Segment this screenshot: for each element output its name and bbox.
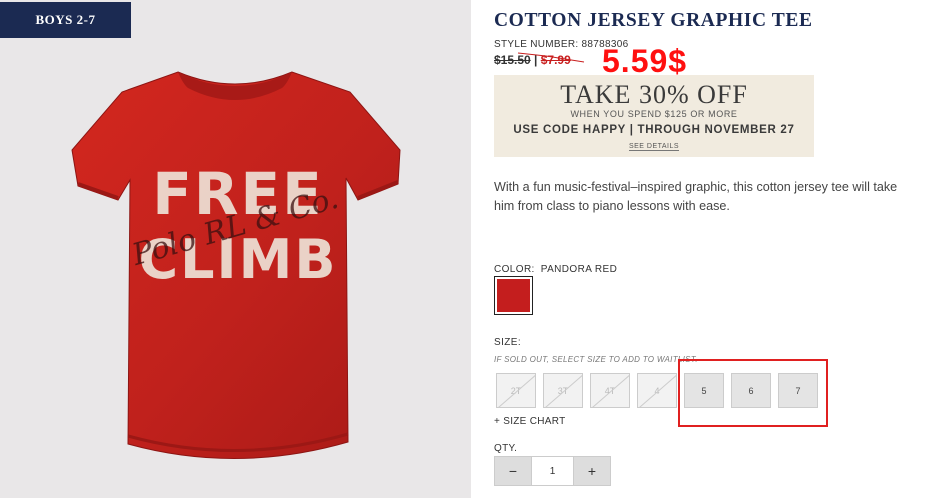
size-option-3t[interactable]: 3T	[543, 373, 583, 408]
qty-label: QTY.	[494, 443, 518, 454]
color-value: PANDORA RED	[540, 264, 618, 275]
product-image[interactable]: FREE CLIMB Polo RL & Co.	[0, 0, 471, 498]
swatch-fill	[497, 279, 530, 312]
qty-decrement-button[interactable]: −	[495, 457, 531, 485]
quantity-stepper: − +	[494, 456, 611, 486]
promo-headline: TAKE 30% OFF	[560, 80, 748, 109]
product-description: With a fun music-festival–inspired graph…	[494, 180, 898, 213]
size-chart-link[interactable]: + SIZE CHART	[494, 416, 566, 427]
size-option-4t[interactable]: 4T	[590, 373, 630, 408]
color-label-row: COLOR: PANDORA RED	[494, 264, 617, 275]
price-strike-annotation	[517, 52, 585, 63]
product-details: COTTON JERSEY GRAPHIC TEE STYLE NUMBER: …	[494, 0, 936, 498]
size-label: SIZE:	[494, 337, 522, 348]
size-option-7[interactable]: 7	[778, 373, 818, 408]
size-option-5[interactable]: 5	[684, 373, 724, 408]
promo-subline: WHEN YOU SPEND $125 OR MORE	[570, 109, 738, 119]
promo-banner[interactable]: TAKE 30% OFF WHEN YOU SPEND $125 OR MORE…	[494, 75, 814, 157]
color-swatch-pandora-red[interactable]	[494, 276, 533, 315]
overlay-price-annotation: 5.59$	[602, 43, 688, 79]
qty-input[interactable]	[531, 457, 574, 485]
product-title: COTTON JERSEY GRAPHIC TEE	[494, 10, 813, 31]
size-option-4[interactable]: 4	[637, 373, 677, 408]
product-image-panel: FREE CLIMB Polo RL & Co. BOYS 2-7	[0, 0, 471, 498]
see-details-link[interactable]: SEE DETAILS	[628, 143, 680, 151]
color-label: COLOR:	[494, 264, 535, 275]
size-option-2t[interactable]: 2T	[496, 373, 536, 408]
category-tag[interactable]: BOYS 2-7	[0, 2, 131, 38]
waitlist-note: IF SOLD OUT, SELECT SIZE TO ADD TO WAITL…	[494, 355, 698, 364]
promo-code-line: USE CODE HAPPY | THROUGH NOVEMBER 27	[513, 124, 795, 136]
size-option-6[interactable]: 6	[731, 373, 771, 408]
qty-increment-button[interactable]: +	[574, 457, 610, 485]
